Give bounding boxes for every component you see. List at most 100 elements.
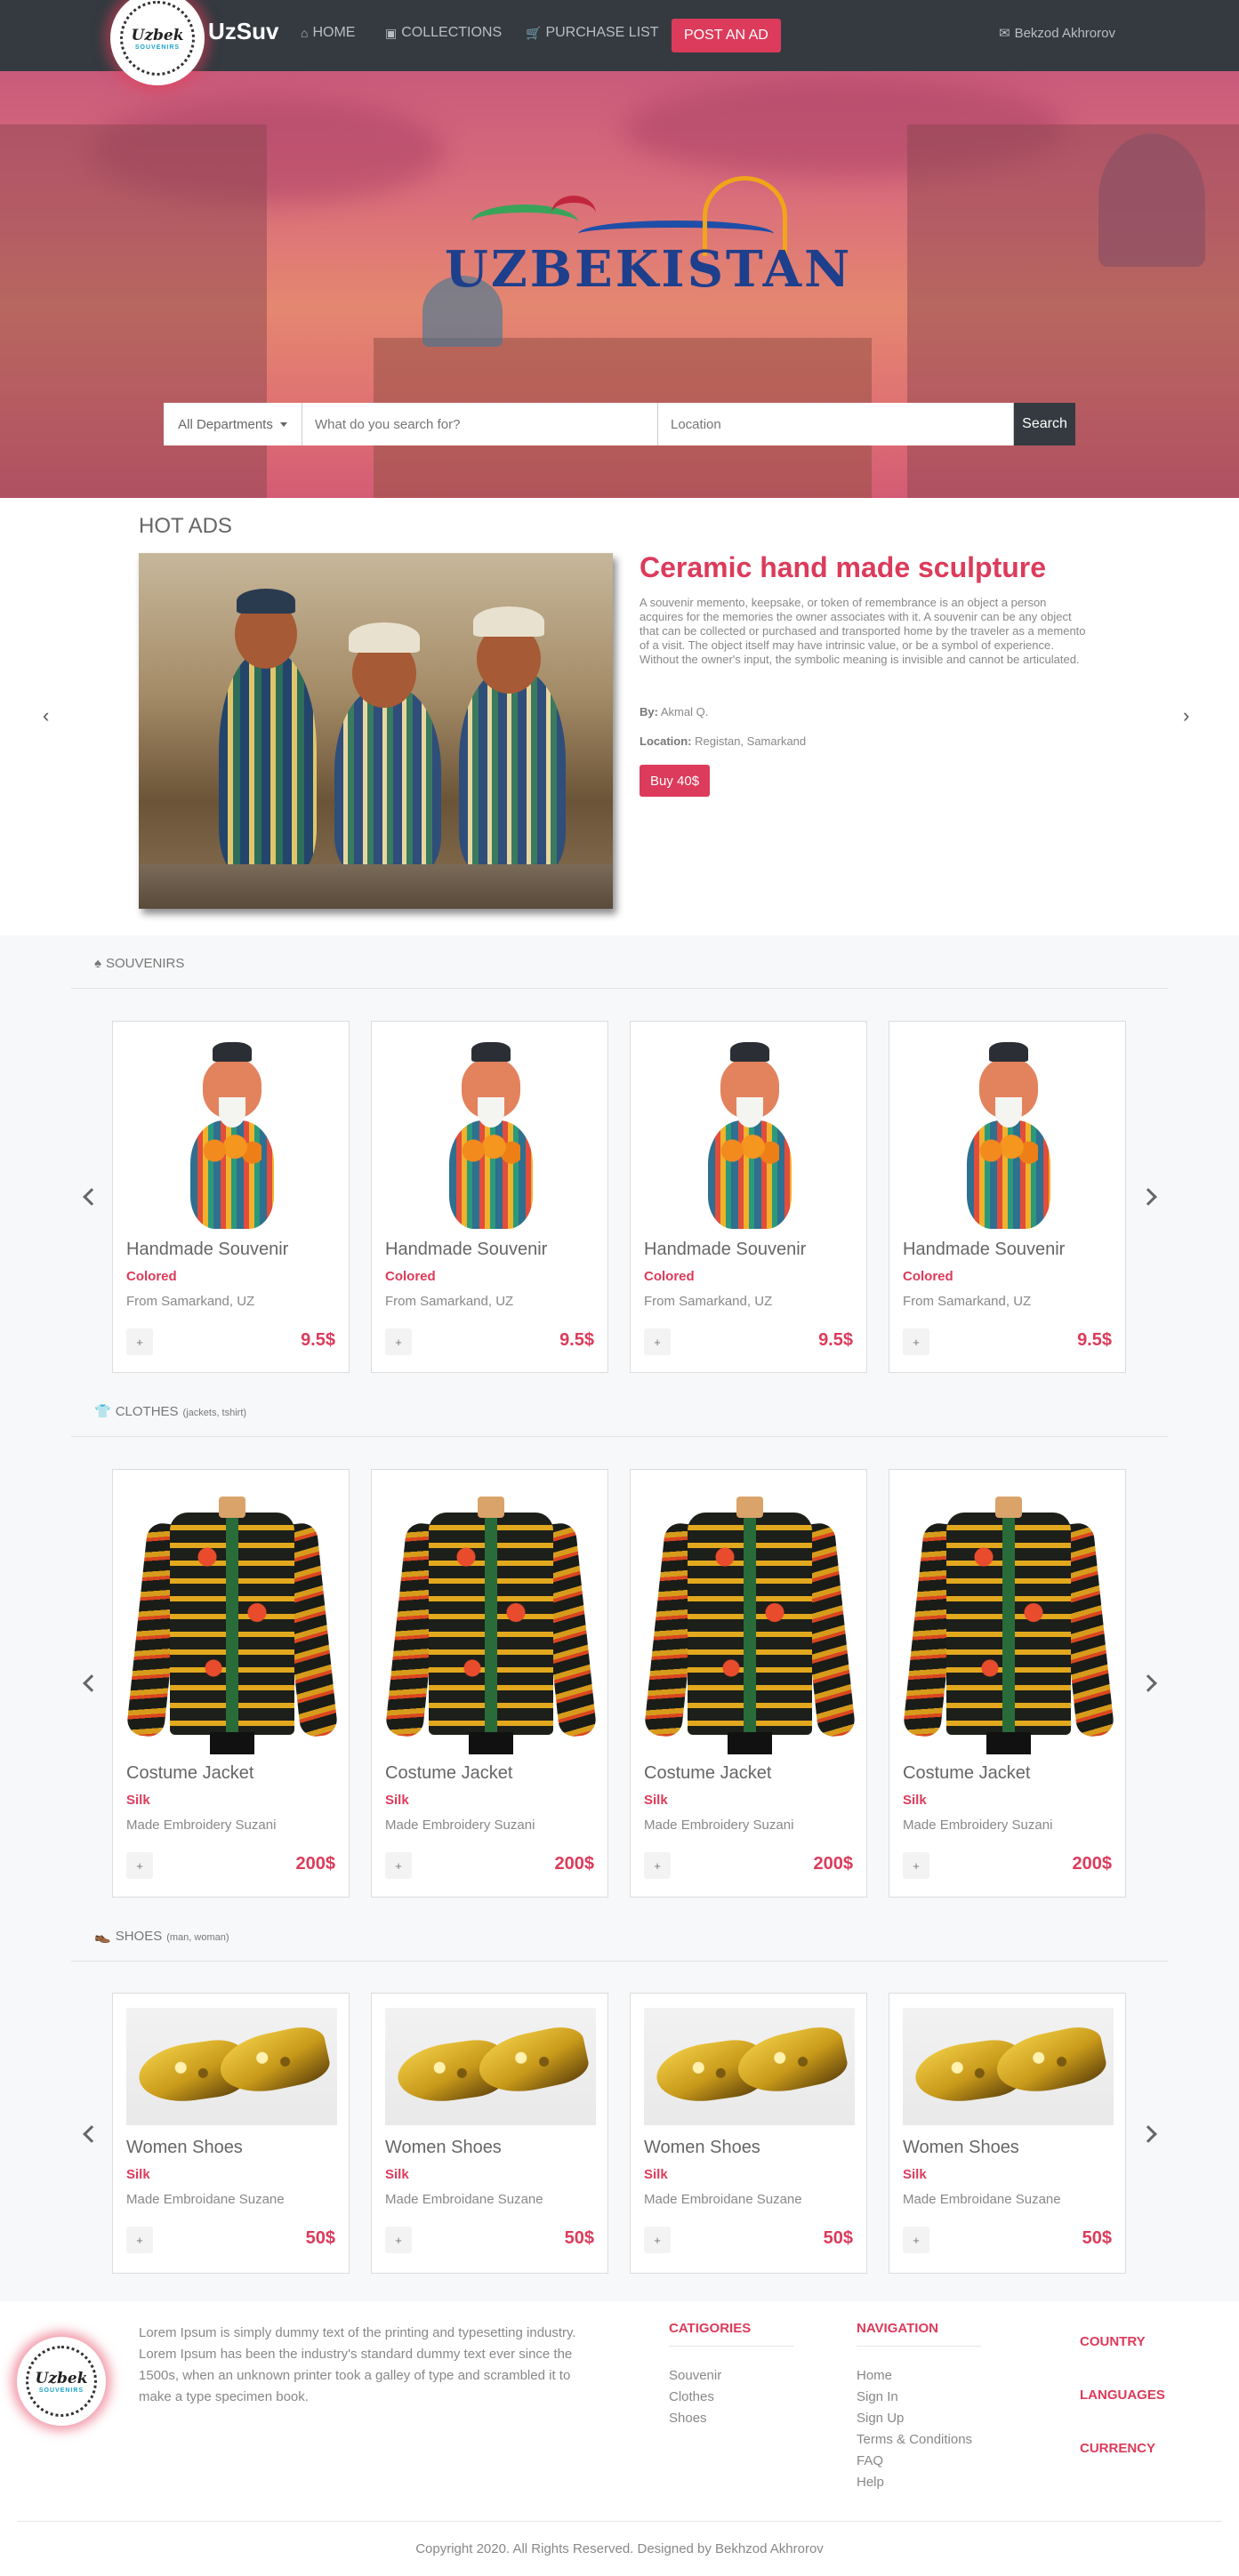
footer-logo[interactable]: Uzbek SOUVENIRS [17,2337,106,2426]
divider [71,1961,1168,1962]
hot-ad-title[interactable]: Ceramic hand made sculpture [640,551,1046,584]
product-card[interactable]: Handmade Souvenir Colored From Samarkand, … [889,1021,1126,1373]
product-tag: Silk [126,1793,150,1808]
product-card[interactable]: Women Shoes Silk Made Embroidane Suzane +50… [112,1993,350,2274]
add-to-cart-button[interactable]: + [385,1852,412,1879]
product-image[interactable] [903,1038,1114,1233]
search-bar: All Departments Search [164,403,1075,445]
footer-link-shoes[interactable]: Shoes [669,2408,721,2429]
product-name[interactable]: Women Shoes [385,2138,502,2158]
add-to-cart-button[interactable]: + [644,2227,671,2253]
nav-purchase-list[interactable]: 🛒 PURCHASE LIST [526,25,659,41]
add-to-cart-button[interactable]: + [385,2227,412,2253]
product-name[interactable]: Handmade Souvenir [644,1240,806,1260]
divider [71,1436,1168,1437]
add-to-cart-button[interactable]: + [126,2227,153,2253]
product-tag: Silk [644,1793,668,1808]
product-card[interactable]: Costume Jacket Silk Made Embroidery Suzani… [371,1469,608,1898]
product-image[interactable] [126,1038,337,1233]
chevron-left-icon[interactable]: ‹ [43,704,49,727]
product-image[interactable] [644,2007,855,2126]
product-card[interactable]: Women Shoes Silk Made Embroidane Suzane +50… [371,1993,608,2274]
chevron-left-icon[interactable] [83,2125,101,2143]
nav-home[interactable]: ⌂ HOME [301,25,355,41]
product-card[interactable]: Handmade Souvenir Colored From Samarkand, … [371,1021,608,1373]
product-name[interactable]: Handmade Souvenir [385,1240,547,1260]
hot-ads-title: HOT ADS [139,514,232,538]
user-account-link[interactable]: ✉ Bekzod Akhrorov [999,25,1115,42]
hot-ad-image[interactable] [139,553,613,909]
add-to-cart-button[interactable]: + [903,1852,929,1879]
footer-link-faq[interactable]: FAQ [857,2451,972,2472]
product-card[interactable]: Costume Jacket Silk Made Embroidery Suzani… [112,1469,350,1898]
add-to-cart-button[interactable]: + [126,1852,153,1879]
chevron-right-icon[interactable] [1139,1188,1157,1206]
footer-link-sign-in[interactable]: Sign In [857,2387,972,2408]
shoes-subtitle: (man, woman) [166,1932,229,1943]
souvenirs-header: ♠ SOUVENIRS [94,956,184,971]
product-name[interactable]: Costume Jacket [126,1763,253,1784]
add-to-cart-button[interactable]: + [644,1852,671,1879]
product-image[interactable] [126,1488,337,1763]
product-image[interactable] [903,2007,1114,2126]
add-to-cart-button[interactable]: + [385,1328,412,1355]
product-image[interactable] [903,1488,1114,1763]
buy-button[interactable]: Buy 40$ [640,765,711,797]
chevron-right-icon[interactable] [1139,1674,1157,1692]
product-origin: Made Embroidane Suzane [903,2192,1061,2207]
post-ad-button[interactable]: POST AN AD [672,19,781,52]
product-name[interactable]: Handmade Souvenir [126,1240,288,1260]
product-card[interactable]: Costume Jacket Silk Made Embroidery Suzani… [889,1469,1126,1898]
languages-selector[interactable]: LANGUAGES [1080,2387,1165,2403]
product-image[interactable] [385,1488,596,1763]
product-image[interactable] [126,2007,337,2126]
chevron-left-icon[interactable] [83,1674,101,1692]
chevron-right-icon[interactable]: › [1183,704,1189,727]
navigation-heading: NAVIGATION [857,2321,938,2336]
search-input[interactable] [302,403,658,445]
search-button[interactable]: Search [1014,403,1075,445]
product-name[interactable]: Women Shoes [903,2138,1019,2158]
product-name[interactable]: Women Shoes [644,2138,760,2158]
product-price: 9.5$ [1077,1330,1112,1350]
product-price: 50$ [305,2228,335,2248]
footer-link-souvenir[interactable]: Souvenir [669,2365,721,2387]
user-name: Bekzod Akhrorov [1014,25,1115,41]
product-card[interactable]: Costume Jacket Silk Made Embroidery Suzani… [630,1469,867,1898]
product-price: 200$ [813,1854,854,1874]
nav-collections[interactable]: ▣ COLLECTIONS [385,25,502,41]
shoes-header: 👞 SHOES (man, woman) [94,1928,229,1944]
add-to-cart-button[interactable]: + [903,2227,929,2253]
footer-link-clothes[interactable]: Clothes [669,2387,721,2408]
location-input[interactable] [658,403,1014,445]
footer-link-terms[interactable]: Terms & Conditions [857,2429,972,2451]
add-to-cart-button[interactable]: + [903,1328,929,1355]
footer-link-help[interactable]: Help [857,2472,972,2493]
department-select[interactable]: All Departments [164,403,302,445]
product-name[interactable]: Women Shoes [126,2138,243,2158]
add-to-cart-button[interactable]: + [126,1328,153,1355]
footer-link-sign-up[interactable]: Sign Up [857,2408,972,2429]
product-name[interactable]: Costume Jacket [385,1763,512,1784]
product-image[interactable] [644,1488,855,1763]
chevron-right-icon[interactable] [1139,2125,1157,2143]
product-image[interactable] [644,1038,855,1233]
add-to-cart-button[interactable]: + [644,1328,671,1355]
product-card[interactable]: Handmade Souvenir Colored From Samarkand, … [630,1021,867,1373]
footer-link-home[interactable]: Home [857,2365,972,2387]
product-card[interactable]: Handmade Souvenir Colored From Samarkand, … [112,1021,350,1373]
product-name[interactable]: Costume Jacket [644,1763,771,1784]
country-selector[interactable]: COUNTRY [1080,2334,1146,2349]
product-image[interactable] [385,1038,596,1233]
product-origin: Made Embroidane Suzane [126,2192,285,2207]
product-name[interactable]: Handmade Souvenir [903,1240,1065,1260]
product-image[interactable] [385,2007,596,2126]
chevron-left-icon[interactable] [83,1188,101,1206]
product-name[interactable]: Costume Jacket [903,1763,1030,1784]
footer: Uzbek SOUVENIRS Lorem Ipsum is simply du… [0,2301,1239,2576]
product-card[interactable]: Women Shoes Silk Made Embroidane Suzane +50… [630,1993,867,2274]
product-card[interactable]: Women Shoes Silk Made Embroidane Suzane +50… [889,1993,1126,2274]
nav-home-label: HOME [312,25,356,40]
currency-selector[interactable]: CURRENCY [1080,2441,1155,2456]
brand-name[interactable]: UzSuv [208,18,278,45]
